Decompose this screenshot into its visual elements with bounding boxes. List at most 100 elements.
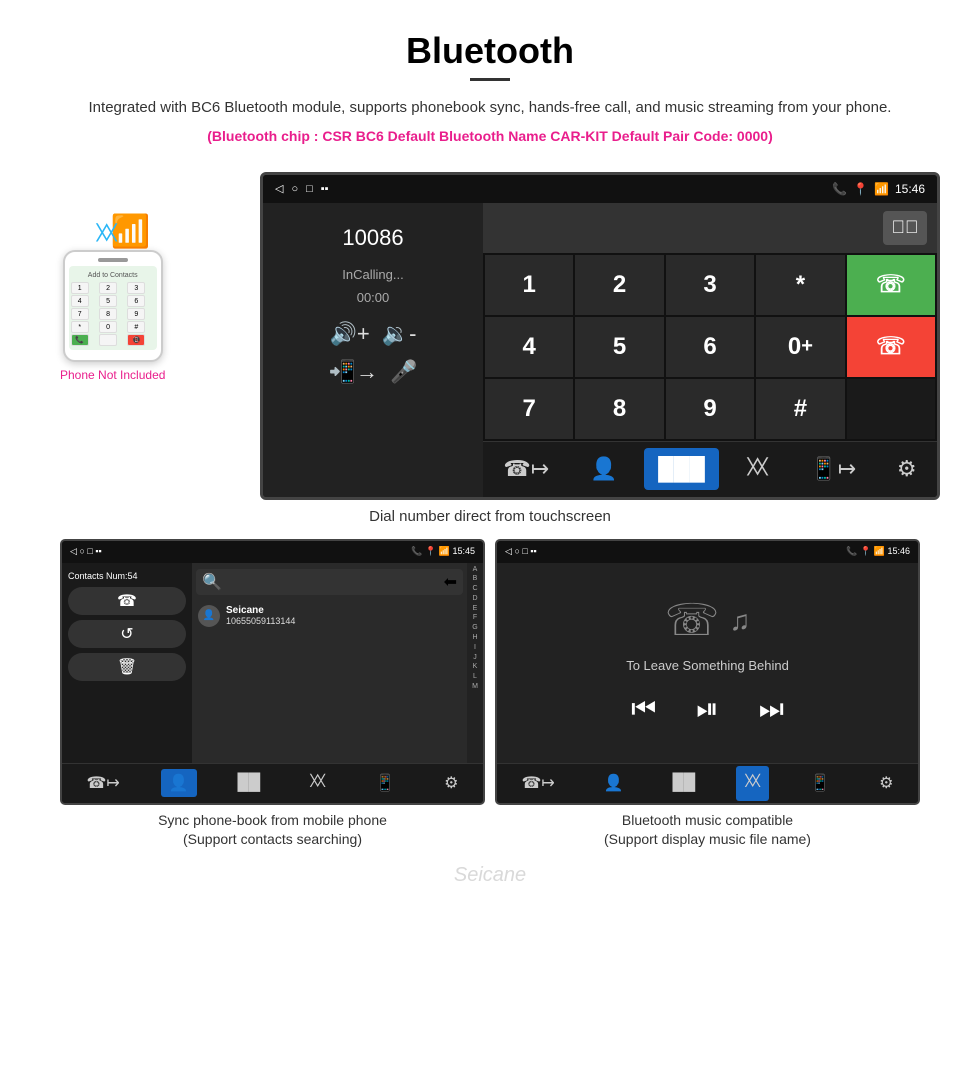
mt-numpad-btn[interactable]: ██	[664, 770, 703, 796]
numpad-1[interactable]: 1	[485, 255, 573, 315]
numpad-5[interactable]: 5	[575, 317, 663, 377]
mt-settings-btn[interactable]: ⚙	[871, 769, 901, 797]
delete-action-btn[interactable]: 🗑	[68, 653, 186, 681]
phone-small-wrap: 📶 ⯵ Add to Contacts 1 2 3 4 5 6 7 8 9 * …	[60, 212, 165, 382]
backspace-button[interactable]: ⬅⃠	[883, 211, 927, 245]
page-header: Bluetooth Integrated with BC6 Bluetooth …	[0, 0, 980, 154]
ct-transfer-btn[interactable]: 📱	[367, 769, 403, 797]
music-statusbar: ◁ ○ □ ▪▪ 📞 📍 📶 15:46	[497, 541, 918, 563]
toolbar-contacts[interactable]: 👤	[576, 448, 631, 490]
dial-input[interactable]	[493, 219, 877, 237]
toolbar-bluetooth[interactable]: ⯵	[732, 442, 784, 496]
back-nav-icon: ◁	[275, 182, 283, 195]
calling-label: InCalling...	[277, 267, 469, 282]
key-end: 📵	[127, 334, 145, 346]
ct-numpad-btn[interactable]: ██	[229, 770, 268, 796]
music-android-screen: ◁ ○ □ ▪▪ 📞 📍 📶 15:46 ☏ ♫ To Leave Someth	[495, 539, 920, 805]
play-pause-button[interactable]: ⏯	[696, 693, 718, 726]
music-statusbar-left: ◁ ○ □ ▪▪	[505, 546, 537, 557]
music-note-icon: ♫	[730, 605, 751, 637]
mt-phone-btn[interactable]: ☎↦	[513, 769, 562, 797]
music-statusbar-right: 📞 📍 📶 15:46	[846, 546, 910, 557]
numpad-7[interactable]: 7	[485, 379, 573, 439]
search-icon: 🔍	[202, 572, 222, 592]
numpad-empty	[847, 379, 935, 439]
contact-item-seicane[interactable]: 👤 Seicane 10655059113144	[196, 601, 463, 631]
sync-action-btn[interactable]: ↺	[68, 620, 186, 648]
dial-number: 10086	[277, 217, 469, 259]
music-caption: Bluetooth music compatible (Support disp…	[495, 811, 920, 850]
key-call: 📞	[71, 334, 89, 346]
prev-track-button[interactable]: ⏮	[631, 693, 656, 726]
music-phone-icon: ☏	[664, 595, 719, 646]
calling-time: 00:00	[277, 290, 469, 305]
key-empty	[99, 334, 117, 346]
recent-nav-icon: □	[306, 183, 313, 195]
title-divider	[470, 78, 510, 81]
toolbar-numpad[interactable]: ███	[644, 448, 719, 490]
vol-down-button[interactable]: 🔉-	[382, 321, 417, 347]
seicane-watermark: Seicane	[0, 864, 980, 887]
call-button[interactable]: ☏	[847, 255, 935, 315]
end-call-button[interactable]: ☏	[847, 317, 935, 377]
numpad-6[interactable]: 6	[666, 317, 754, 377]
contacts-back-icon: ◁	[70, 546, 77, 556]
contacts-middle-panel: 🔍 ⬅ 👤 Seicane 10655059113144	[192, 563, 467, 763]
music-back-icon: ◁	[505, 546, 512, 556]
dial-statusbar: ◁ ○ □ ▪▪ 📞 📍 📶 15:46	[263, 175, 937, 203]
add-contacts-label: Add to Contacts	[71, 272, 155, 279]
music-body: ☏ ♫ To Leave Something Behind ⏮ ⏯ ⏭	[497, 563, 918, 763]
statusbar-left: ◁ ○ □ ▪▪	[275, 182, 329, 195]
contacts-phone-icon: 📞	[411, 546, 422, 556]
call-action-btn[interactable]: ☎	[68, 587, 186, 615]
toolbar-phone-book[interactable]: ☎↦	[489, 448, 563, 490]
toolbar-settings[interactable]: ⚙	[883, 448, 931, 490]
wifi-icon: 📶	[874, 182, 889, 196]
key-9: 9	[127, 308, 145, 320]
toolbar-transfer[interactable]: 📱↦	[796, 448, 870, 490]
dial-left-panel: 10086 InCalling... 00:00 🔊+ 🔉- 📲→ 🎤	[263, 203, 483, 497]
numpad-star[interactable]: *	[756, 255, 844, 315]
dial-right-panel: ⬅⃠ 1 2 3 * ☏ 4 5 6 0+ ☏ 7 8 9 #	[483, 203, 937, 497]
contact-name: Seicane	[226, 605, 295, 616]
contacts-left-panel: Contacts Num:54 ☎ ↺ 🗑	[62, 563, 192, 763]
ct-bluetooth-btn[interactable]: ⯵	[301, 766, 334, 801]
numpad-2[interactable]: 2	[575, 255, 663, 315]
key-5: 5	[99, 295, 117, 307]
contacts-search-input[interactable]	[222, 576, 444, 588]
dial-section: 📶 ⯵ Add to Contacts 1 2 3 4 5 6 7 8 9 * …	[0, 172, 980, 500]
numpad-3[interactable]: 3	[666, 255, 754, 315]
key-star: *	[71, 321, 89, 333]
transfer-mic-controls: 📲→ 🎤	[277, 359, 469, 385]
numpad-4[interactable]: 4	[485, 317, 573, 377]
key-3: 3	[127, 282, 145, 294]
numpad-zero-plus[interactable]: 0+	[756, 317, 844, 377]
contacts-home-icon: ○	[79, 546, 84, 556]
mt-bluetooth-btn[interactable]: ⯵	[736, 766, 769, 801]
contacts-toolbar: ☎↦ 👤 ██ ⯵ 📱 ⚙	[62, 763, 483, 803]
home-nav-icon: ○	[291, 183, 298, 195]
statusbar-right: 📞 📍 📶 15:46	[832, 182, 925, 196]
key-7: 7	[71, 308, 89, 320]
vol-up-button[interactable]: 🔊+	[330, 321, 370, 347]
dial-toolbar: ☎↦ 👤 ███ ⯵ 📱↦ ⚙	[483, 441, 937, 497]
next-track-button[interactable]: ⏭	[759, 693, 784, 726]
music-icon-area: ☏ ♫	[664, 595, 750, 646]
mt-transfer-btn[interactable]: 📱	[802, 769, 838, 797]
ct-phone-btn[interactable]: ☎↦	[78, 769, 127, 797]
music-home-icon: ○	[514, 546, 519, 556]
phone-status-icon: 📞	[832, 182, 847, 196]
numpad-8[interactable]: 8	[575, 379, 663, 439]
transfer-button[interactable]: 📲→	[329, 359, 378, 385]
mic-button[interactable]: 🎤	[390, 359, 417, 385]
dial-content: 10086 InCalling... 00:00 🔊+ 🔉- 📲→ 🎤 ⬅⃠	[263, 203, 937, 497]
numpad-hash[interactable]: #	[756, 379, 844, 439]
mt-contacts-btn[interactable]: 👤	[596, 769, 632, 797]
ct-settings-btn[interactable]: ⚙	[436, 769, 466, 797]
contacts-android-screen: ◁ ○ □ ▪▪ 📞 📍 📶 15:45 Contacts Num:54 ☎	[60, 539, 485, 805]
ct-contacts-btn[interactable]: 👤	[161, 769, 197, 797]
contacts-time: 15:45	[452, 546, 475, 556]
contacts-statusbar-left: ◁ ○ □ ▪▪	[70, 546, 102, 557]
numpad-9[interactable]: 9	[666, 379, 754, 439]
header-description: Integrated with BC6 Bluetooth module, su…	[60, 97, 920, 120]
